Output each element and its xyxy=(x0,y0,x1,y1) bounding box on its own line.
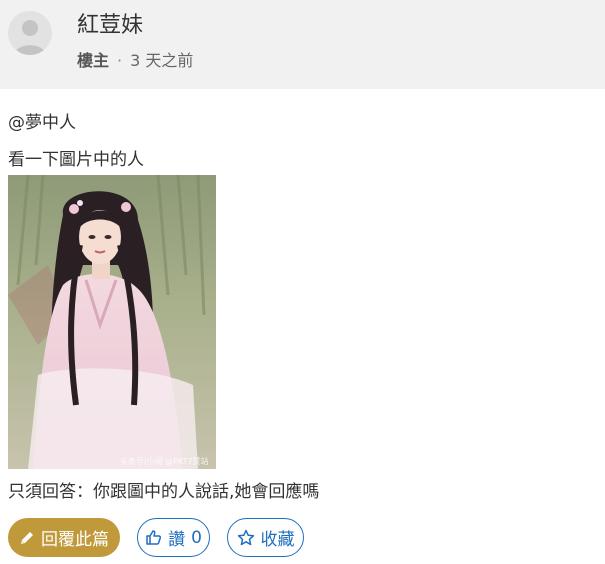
like-button[interactable]: 讚 0 xyxy=(137,518,210,557)
favorite-button-label: 收藏 xyxy=(260,530,295,550)
avatar[interactable] xyxy=(8,11,52,55)
user-silhouette-icon xyxy=(14,20,46,55)
post-meta: 樓主 · 3 天之前 xyxy=(77,50,193,72)
like-count: 0 xyxy=(191,527,202,548)
portrait-illustration: 头条号/小闲 @PKT7赞站 xyxy=(8,175,216,469)
reply-button[interactable]: 回覆此篇 xyxy=(8,518,120,557)
post-time: 3 天之前 xyxy=(130,51,194,70)
post-text-line: 只須回答：你跟圖中的人說話,她會回應嗎 xyxy=(8,482,320,502)
reply-button-label: 回覆此篇 xyxy=(41,530,109,550)
pencil-icon xyxy=(21,531,33,544)
author-role-badge: 樓主 xyxy=(77,51,110,70)
thumbs-up-icon xyxy=(146,530,162,545)
post-image[interactable]: 头条号/小闲 @PKT7赞站 xyxy=(8,175,216,469)
meta-separator: · xyxy=(117,51,123,70)
favorite-button[interactable]: 收藏 xyxy=(227,518,304,557)
post-header: 紅荳妹 樓主 · 3 天之前 xyxy=(0,0,605,89)
post-text-line: 看一下圖片中的人 xyxy=(8,150,144,170)
username[interactable]: 紅荳妹 xyxy=(77,11,143,41)
like-button-label: 讚 xyxy=(168,530,186,550)
star-outline-icon xyxy=(237,529,254,545)
image-watermark: 头条号/小闲 @PKT7赞站 xyxy=(120,456,209,466)
user-mention[interactable]: @夢中人 xyxy=(8,108,76,133)
